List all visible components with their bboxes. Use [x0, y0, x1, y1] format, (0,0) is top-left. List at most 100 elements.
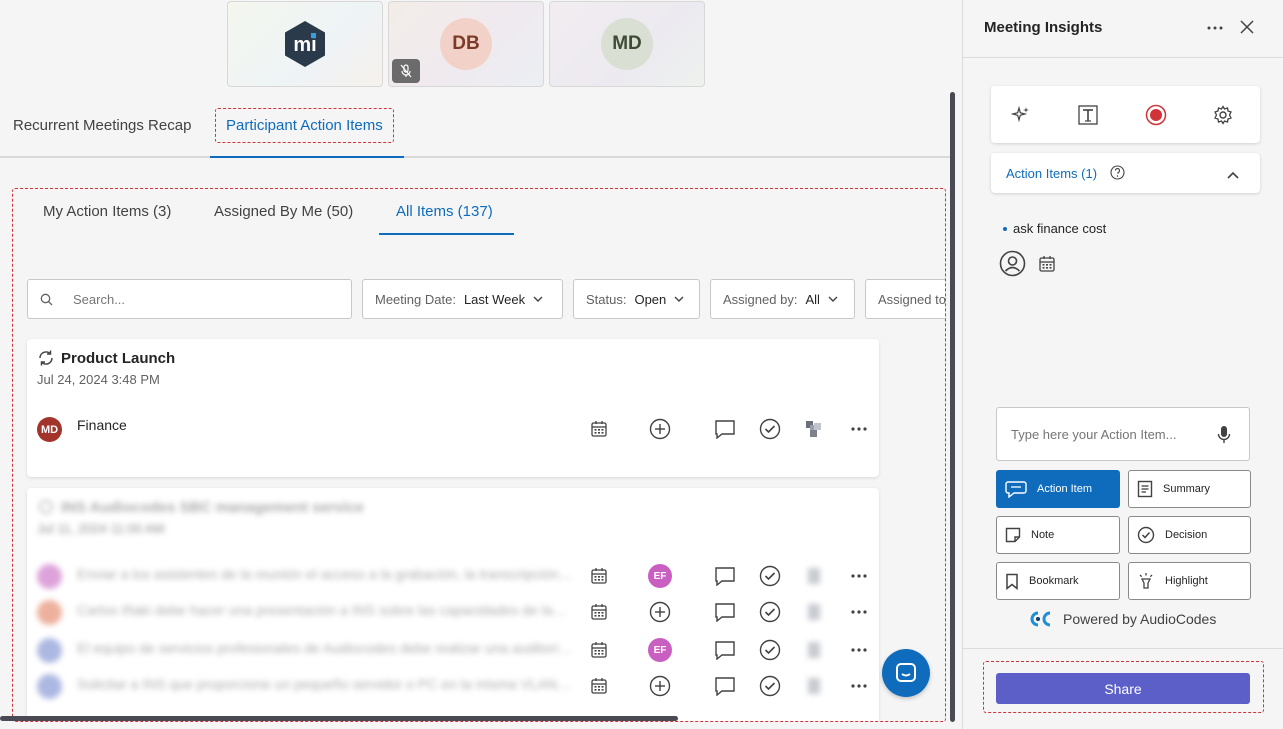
jira-icon[interactable] [802, 564, 826, 588]
summary-icon [1137, 480, 1153, 498]
tab-assigned-by-me[interactable]: Assigned By Me (50) [214, 203, 353, 220]
participant-tile-mi[interactable]: mi [227, 1, 383, 87]
filter-value: Last Week [463, 291, 526, 307]
avatar [37, 564, 62, 589]
bookmark-icon [1006, 573, 1018, 590]
filter-label: Meeting Date: [375, 291, 456, 307]
participant-tiles: mi DB MD [227, 1, 705, 87]
assigned-to-filter[interactable]: Assigned to [865, 279, 945, 319]
jira-icon[interactable] [802, 674, 826, 698]
action-item-text[interactable]: Enviar a los asistentes de la reunión el… [77, 566, 573, 582]
more-options-icon[interactable] [847, 600, 871, 624]
filter-value: All [805, 291, 820, 307]
more-options-icon[interactable] [847, 564, 871, 588]
complete-check-icon[interactable] [758, 600, 782, 624]
search-box[interactable] [27, 279, 352, 319]
action-item-input[interactable] [1011, 427, 1201, 442]
sparkle-icon[interactable] [1010, 104, 1032, 126]
avatar: EF [648, 638, 672, 662]
microphone-icon[interactable] [1217, 425, 1231, 450]
meeting-date-filter[interactable]: Meeting Date: Last Week [362, 279, 563, 319]
share-button[interactable]: Share [996, 673, 1250, 704]
status-filter[interactable]: Status: Open [573, 279, 700, 319]
bookmark-button[interactable]: Bookmark [996, 562, 1120, 600]
complete-check-icon[interactable] [758, 674, 782, 698]
calendar-icon[interactable] [587, 638, 611, 662]
list-item[interactable]: ask finance cost [1003, 221, 1106, 236]
calendar-icon[interactable] [587, 564, 611, 588]
action-item-text[interactable]: El equipo de servicios profesionales de … [77, 640, 573, 656]
meeting-date: Jul 24, 2024 3:48 PM [37, 372, 160, 387]
more-options-icon[interactable] [847, 674, 871, 698]
jira-icon[interactable] [802, 600, 826, 624]
action-items-accordion[interactable]: Action Items (1) [991, 153, 1260, 193]
vertical-scrollbar[interactable] [950, 92, 955, 722]
help-icon[interactable] [1110, 165, 1125, 185]
jira-icon[interactable] [802, 638, 826, 662]
calendar-icon[interactable] [587, 674, 611, 698]
horizontal-scrollbar[interactable] [0, 716, 678, 721]
button-label: Summary [1163, 483, 1211, 495]
top-tabs: Recurrent Meetings Recap Participant Act… [0, 104, 950, 158]
record-icon[interactable] [1145, 104, 1167, 126]
transcript-icon[interactable] [1077, 104, 1099, 126]
decision-button[interactable]: Decision [1128, 516, 1251, 554]
comment-icon[interactable] [713, 674, 737, 698]
comment-icon[interactable] [713, 564, 737, 588]
action-items-content: My Action Items (3) Assigned By Me (50) … [12, 188, 946, 722]
calendar-icon[interactable] [587, 600, 611, 624]
tab-participant-action-items[interactable]: Participant Action Items [215, 108, 394, 143]
action-item-text[interactable]: Carlos Iñaki debe hacer una presentación… [77, 602, 567, 618]
insights-toolbar [991, 86, 1260, 143]
more-options-icon[interactable] [1207, 18, 1223, 43]
action-item-button[interactable]: Action Item [996, 470, 1120, 508]
action-item-icon [1005, 481, 1027, 498]
complete-check-icon[interactable] [758, 564, 782, 588]
note-button[interactable]: Note [996, 516, 1120, 554]
add-assignee-icon[interactable] [648, 674, 672, 698]
chat-launcher-button[interactable] [882, 649, 930, 697]
meeting-card: Product Launch Jul 24, 2024 3:48 PM MD F… [27, 339, 879, 477]
action-item-text[interactable]: Solicitar a INS que proporcione un peque… [77, 676, 571, 692]
action-item-text[interactable]: Finance [77, 417, 127, 433]
add-assignee-icon[interactable] [648, 600, 672, 624]
gear-icon[interactable] [1212, 104, 1234, 126]
jira-icon[interactable] [802, 417, 826, 441]
tab-recurrent-meetings-recap[interactable]: Recurrent Meetings Recap [13, 117, 191, 134]
decision-check-icon [1137, 526, 1155, 544]
more-options-icon[interactable] [847, 638, 871, 662]
comment-icon[interactable] [713, 638, 737, 662]
search-icon [40, 293, 53, 305]
highlight-button[interactable]: Highlight [1128, 562, 1251, 600]
tab-all-items[interactable]: All Items (137) [396, 203, 493, 220]
search-input[interactable] [73, 291, 323, 307]
avatar: MD [37, 417, 62, 442]
assigned-by-filter[interactable]: Assigned by: All [710, 279, 855, 319]
insight-type-buttons: Action Item Summary Note Decision Bookma… [996, 470, 1251, 600]
tab-my-action-items[interactable]: My Action Items (3) [43, 203, 171, 220]
chevron-up-icon[interactable] [1227, 166, 1239, 184]
meeting-title-text[interactable]: INS Audiocodes SBC management service [61, 499, 364, 516]
assign-user-icon[interactable] [999, 250, 1026, 282]
comment-icon[interactable] [713, 600, 737, 624]
assignee-badge[interactable]: EF [648, 638, 672, 662]
sub-tabs: My Action Items (3) Assigned By Me (50) … [13, 189, 945, 239]
powered-by: Powered by AudioCodes [1029, 611, 1216, 627]
calendar-icon[interactable] [1038, 255, 1056, 278]
complete-check-icon[interactable] [758, 638, 782, 662]
more-options-icon[interactable] [847, 417, 871, 441]
comment-icon[interactable] [713, 417, 737, 441]
complete-check-icon[interactable] [758, 417, 782, 441]
participant-tile-md[interactable]: MD [549, 1, 705, 87]
assignee-badge[interactable]: EF [648, 564, 672, 588]
calendar-icon[interactable] [587, 417, 611, 441]
avatar: MD [601, 18, 653, 70]
filter-label: Assigned by: [723, 291, 798, 307]
participant-tile-db[interactable]: DB [388, 1, 544, 87]
active-tab-indicator [210, 156, 404, 158]
meeting-title-text[interactable]: Product Launch [61, 350, 175, 367]
avatar [37, 674, 62, 699]
summary-button[interactable]: Summary [1128, 470, 1251, 508]
add-assignee-icon[interactable] [648, 417, 672, 441]
close-icon[interactable] [1239, 19, 1255, 40]
